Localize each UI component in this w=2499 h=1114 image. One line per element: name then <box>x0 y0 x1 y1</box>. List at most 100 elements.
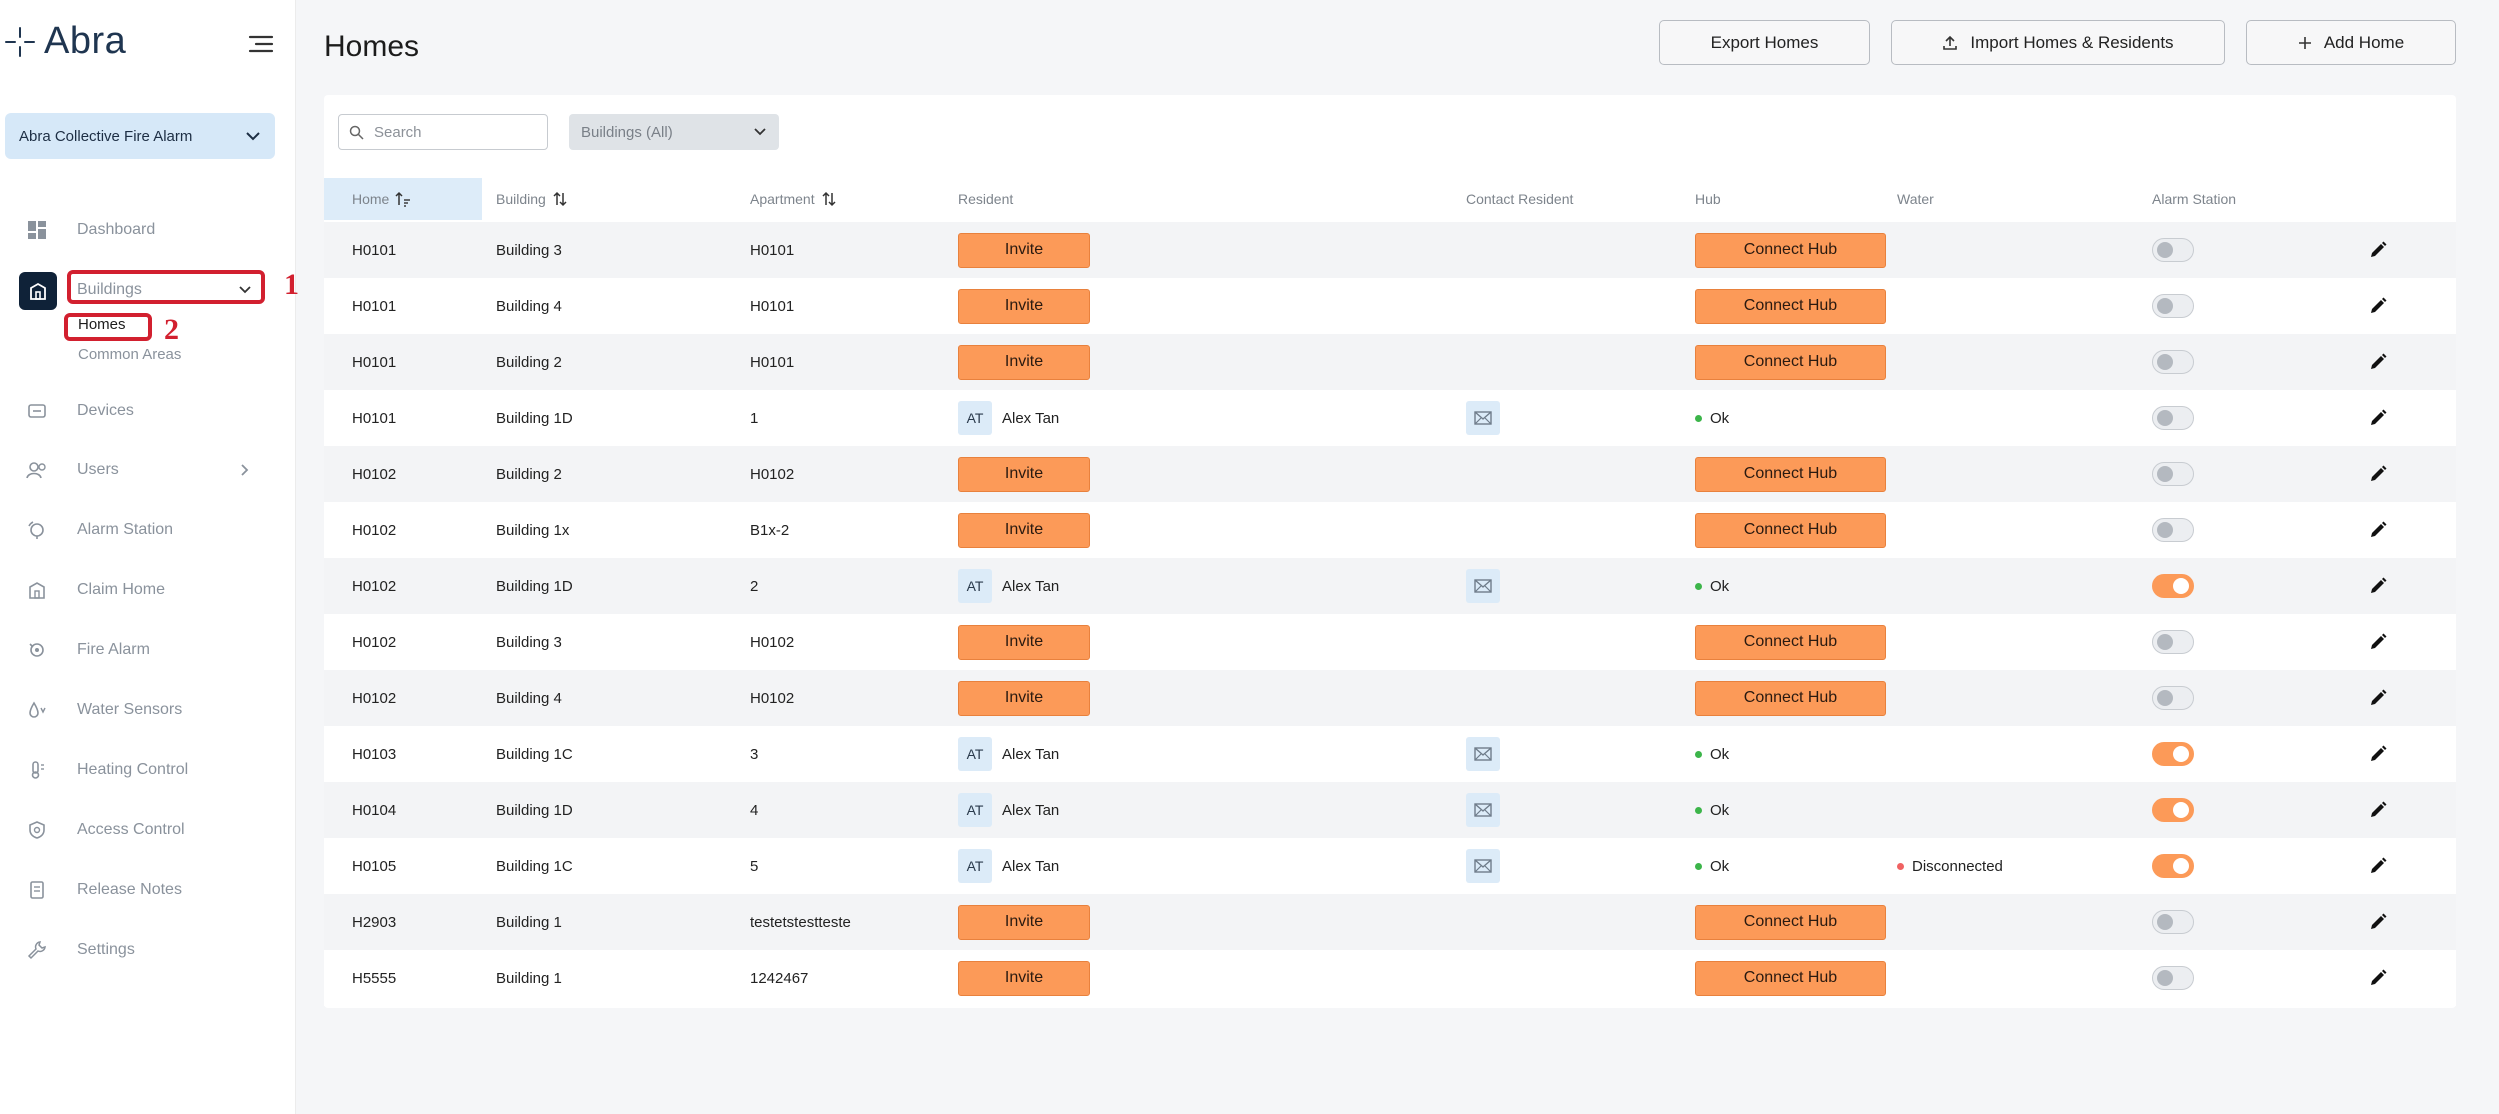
invite-button[interactable]: Invite <box>958 512 1090 548</box>
sidebar-item-fire-alarm[interactable]: Fire Alarm <box>0 630 296 670</box>
column-header-resident: Resident <box>958 191 1014 207</box>
buildings-filter-value: Buildings (All) <box>581 123 673 141</box>
chevron-down-icon <box>754 128 766 136</box>
column-header-home[interactable]: Home <box>352 178 411 220</box>
invite-button[interactable]: Invite <box>958 960 1090 996</box>
edit-pencil-icon[interactable] <box>2368 856 2388 876</box>
edit-pencil-icon[interactable] <box>2368 968 2388 988</box>
home-cell: H0102 <box>352 577 397 595</box>
app-logo[interactable]: Abra <box>4 20 126 63</box>
edit-pencil-icon[interactable] <box>2368 912 2388 932</box>
alarm-station-toggle[interactable] <box>2152 910 2194 934</box>
sidebar-item-settings[interactable]: Settings <box>0 930 296 970</box>
edit-pencil-icon[interactable] <box>2368 520 2388 540</box>
invite-button[interactable]: Invite <box>958 624 1090 660</box>
sidebar-item-release-notes[interactable]: Release Notes <box>0 870 296 910</box>
edit-pencil-icon[interactable] <box>2368 688 2388 708</box>
building-cell: Building 2 <box>496 353 562 371</box>
contact-resident-button[interactable] <box>1466 737 1500 771</box>
sidebar-item-access-control[interactable]: Access Control <box>0 810 296 850</box>
contact-resident-button[interactable] <box>1466 793 1500 827</box>
toggle-knob <box>2173 578 2189 594</box>
edit-pencil-icon[interactable] <box>2368 296 2388 316</box>
sidebar-item-users[interactable]: Users <box>0 450 296 490</box>
alarm-station-toggle[interactable] <box>2152 350 2194 374</box>
invite-button[interactable]: Invite <box>958 904 1090 940</box>
home-cell: H0101 <box>352 297 397 315</box>
sort-icon <box>822 191 836 207</box>
connect-hub-button[interactable]: Connect Hub <box>1695 960 1886 996</box>
menu-toggle-button[interactable] <box>246 34 274 54</box>
connect-hub-button[interactable]: Connect Hub <box>1695 288 1886 324</box>
add-home-button[interactable]: Add Home <box>2246 20 2456 65</box>
alarm-station-toggle[interactable] <box>2152 966 2194 990</box>
alarm-station-toggle[interactable] <box>2152 630 2194 654</box>
edit-pencil-icon[interactable] <box>2368 240 2388 260</box>
invite-button[interactable]: Invite <box>958 232 1090 268</box>
sidebar-item-heating-control[interactable]: Heating Control <box>0 750 296 790</box>
home-cell: H0102 <box>352 633 397 651</box>
hub-cell: Connect Hub <box>1695 334 1886 390</box>
edit-pencil-icon[interactable] <box>2368 464 2388 484</box>
import-homes-button[interactable]: Import Homes & Residents <box>1891 20 2225 65</box>
search-input[interactable] <box>374 123 524 141</box>
toggle-knob <box>2157 354 2173 370</box>
alarm-station-cell <box>2152 782 2194 838</box>
toggle-knob <box>2173 858 2189 874</box>
alarm-station-toggle[interactable] <box>2152 518 2194 542</box>
hub-status: Ok <box>1710 801 1730 819</box>
edit-pencil-icon[interactable] <box>2368 352 2388 372</box>
contact-resident-button[interactable] <box>1466 849 1500 883</box>
edit-pencil-icon[interactable] <box>2368 576 2388 596</box>
alarm-station-toggle[interactable] <box>2152 238 2194 262</box>
buildings-filter-select[interactable]: Buildings (All) <box>569 114 779 150</box>
edit-pencil-icon[interactable] <box>2368 408 2388 428</box>
hub-cell: Connect Hub <box>1695 614 1886 670</box>
alarm-station-toggle[interactable] <box>2152 406 2194 430</box>
column-header-label: Apartment <box>750 191 815 207</box>
connect-hub-button[interactable]: Connect Hub <box>1695 456 1886 492</box>
edit-pencil-icon[interactable] <box>2368 632 2388 652</box>
edit-pencil-icon[interactable] <box>2368 744 2388 764</box>
search-icon <box>349 125 364 140</box>
edit-cell <box>2368 222 2388 278</box>
invite-button[interactable]: Invite <box>958 288 1090 324</box>
building-cell: Building 3 <box>496 241 562 259</box>
organization-select[interactable]: Abra Collective Fire Alarm <box>5 113 275 159</box>
contact-resident-button[interactable] <box>1466 401 1500 435</box>
sidebar-item-water-sensors[interactable]: Water Sensors <box>0 690 296 730</box>
alarm-station-toggle[interactable] <box>2152 686 2194 710</box>
invite-button[interactable]: Invite <box>958 456 1090 492</box>
contact-resident-button[interactable] <box>1466 569 1500 603</box>
invite-button[interactable]: Invite <box>958 680 1090 716</box>
connect-hub-button[interactable]: Connect Hub <box>1695 512 1886 548</box>
connect-hub-button[interactable]: Connect Hub <box>1695 344 1886 380</box>
alarm-station-toggle[interactable] <box>2152 854 2194 878</box>
resident-name: Alex Tan <box>1002 745 1060 763</box>
sidebar-subitem-common-areas[interactable]: Common Areas <box>78 346 181 363</box>
sidebar-item-alarm-station[interactable]: Alarm Station <box>0 510 296 550</box>
column-header-apartment[interactable]: Apartment <box>750 178 837 220</box>
toggle-knob <box>2173 746 2189 762</box>
connect-hub-button[interactable]: Connect Hub <box>1695 680 1886 716</box>
annotation-number-1: 1 <box>284 268 299 301</box>
search-box[interactable] <box>338 114 548 150</box>
invite-button[interactable]: Invite <box>958 344 1090 380</box>
connect-hub-button[interactable]: Connect Hub <box>1695 232 1886 268</box>
alarm-station-toggle[interactable] <box>2152 574 2194 598</box>
alarm-station-toggle[interactable] <box>2152 798 2194 822</box>
alarm-station-toggle[interactable] <box>2152 294 2194 318</box>
edit-pencil-icon[interactable] <box>2368 800 2388 820</box>
alarm-station-toggle[interactable] <box>2152 462 2194 486</box>
export-homes-button[interactable]: Export Homes <box>1659 20 1870 65</box>
apartment-cell: H0102 <box>750 465 795 483</box>
connect-hub-button[interactable]: Connect Hub <box>1695 904 1886 940</box>
sidebar-item-claim-home[interactable]: Claim Home <box>0 570 296 610</box>
connect-hub-button[interactable]: Connect Hub <box>1695 624 1886 660</box>
building-cell: Building 1D <box>496 577 573 595</box>
hub-cell: Connect Hub <box>1695 278 1886 334</box>
sidebar-item-dashboard[interactable]: Dashboard <box>0 210 296 250</box>
sidebar-item-devices[interactable]: Devices <box>0 391 296 431</box>
alarm-station-toggle[interactable] <box>2152 742 2194 766</box>
column-header-building[interactable]: Building <box>496 178 568 220</box>
